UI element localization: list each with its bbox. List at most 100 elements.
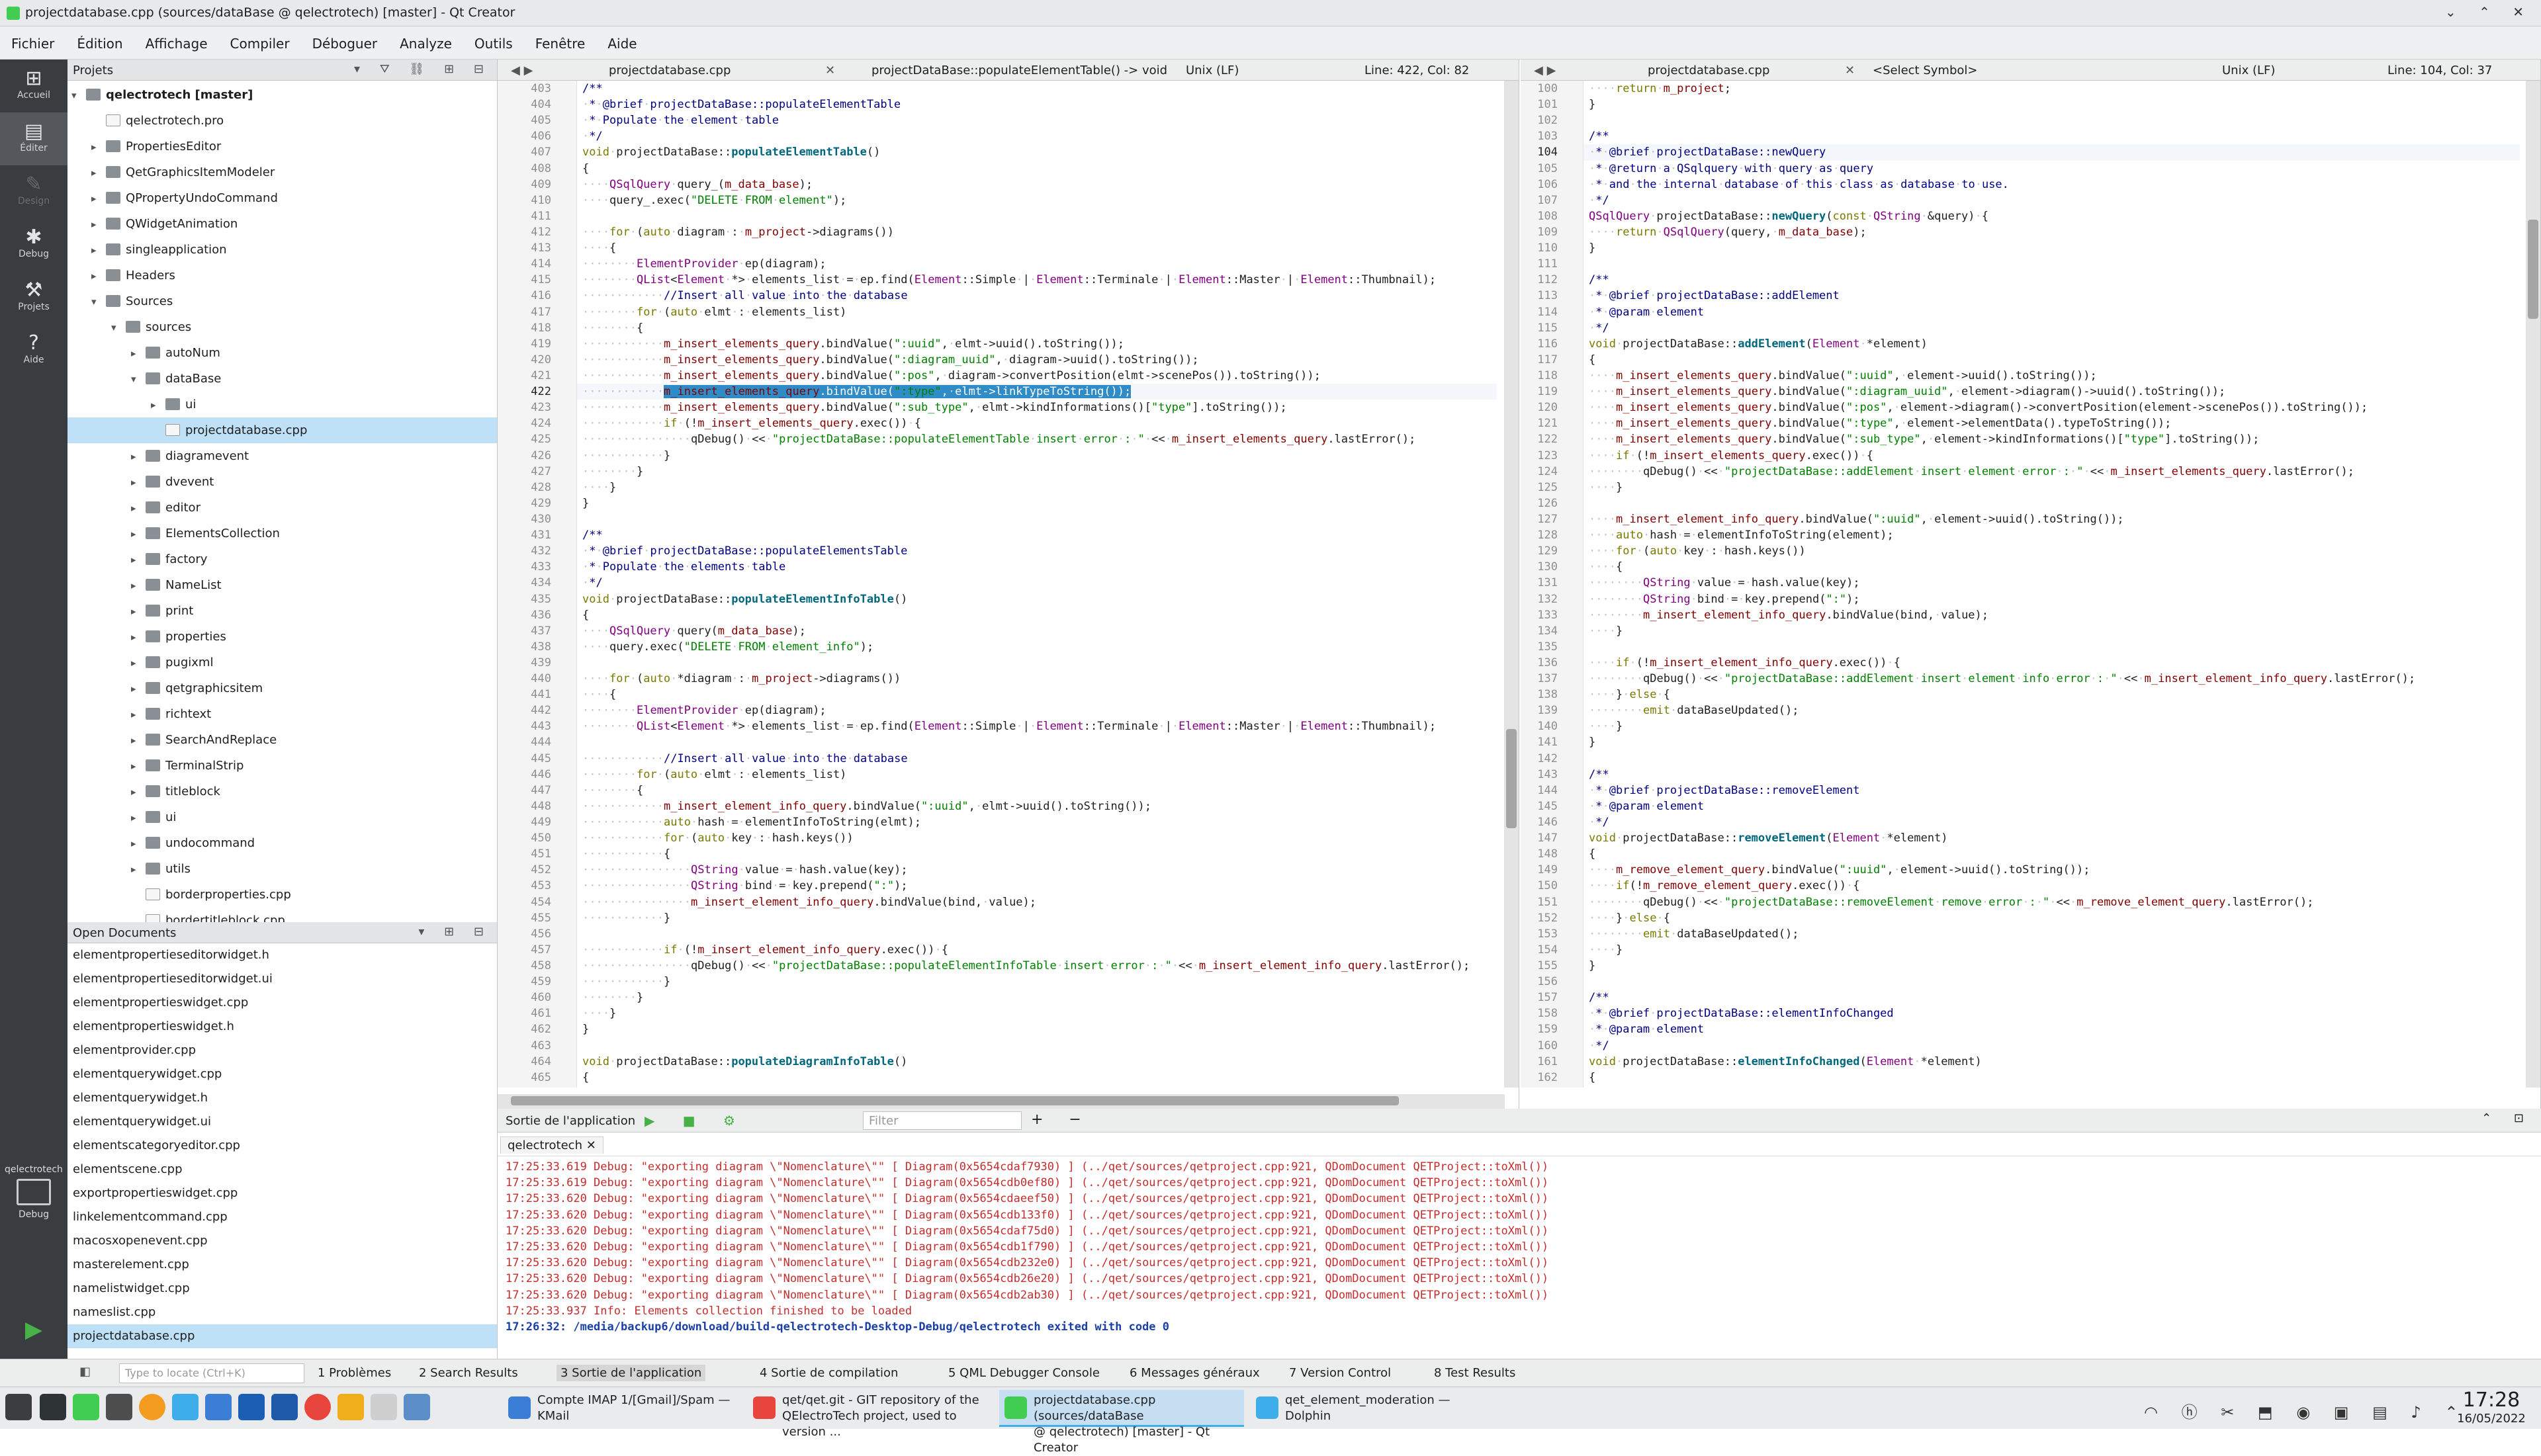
code-line[interactable] xyxy=(577,655,1497,671)
menu-item-2[interactable]: Affichage xyxy=(134,26,219,60)
open-document-item[interactable]: nameslist.cpp xyxy=(67,1301,497,1324)
code-line[interactable]: ·*·@param·element xyxy=(1583,304,2520,320)
mode-3[interactable]: ✱ Debug xyxy=(0,218,67,271)
code-line[interactable]: ················qDebug()·<<·"projectData… xyxy=(577,958,1497,974)
chevron-right-icon[interactable]: ▸ xyxy=(131,676,146,702)
editor-right-symbol-combo[interactable]: <Select Symbol> xyxy=(1873,64,1977,77)
chevron-right-icon[interactable]: ▸ xyxy=(131,857,146,882)
open-document-item[interactable]: elementscategoryeditor.cpp xyxy=(67,1134,497,1158)
tree-item[interactable]: ▸ ui xyxy=(67,804,497,830)
chevron-right-icon[interactable]: ▸ xyxy=(131,599,146,624)
code-line[interactable]: ·*·@param·element xyxy=(1583,1021,2520,1037)
code-line[interactable] xyxy=(1583,751,2520,767)
code-line[interactable]: ········ElementProvider·ep(diagram); xyxy=(577,703,1497,718)
menu-item-5[interactable]: Analyze xyxy=(388,26,463,60)
tree-item[interactable]: ▸ ElementsCollection xyxy=(67,521,497,546)
code-line[interactable]: ····m_insert_elements_query.bindValue(":… xyxy=(1583,431,2520,447)
chevron-right-icon[interactable]: ▸ xyxy=(91,212,106,237)
editor-right-encoding[interactable]: Unix (LF) xyxy=(2222,64,2275,77)
chevron-right-icon[interactable]: ▸ xyxy=(131,341,146,366)
code-line[interactable]: } xyxy=(1583,240,2520,256)
open-document-item[interactable]: elementscene.cpp xyxy=(67,1158,497,1181)
code-line[interactable]: ·*·@brief·projectDataBase::populateEleme… xyxy=(577,97,1497,112)
code-line[interactable]: ············m_insert_element_info_query.… xyxy=(577,798,1497,814)
taskbar-task[interactable]: qet_element_moderation — Dolphin xyxy=(1251,1390,1495,1427)
open-document-item[interactable]: elementpropertieseditorwidget.h xyxy=(67,943,497,967)
code-line[interactable]: { xyxy=(577,161,1497,177)
code-line[interactable]: ············m_insert_elements_query.bind… xyxy=(577,400,1497,415)
tree-item[interactable]: ▸ QWidgetAnimation xyxy=(67,211,497,237)
chevron-right-icon[interactable]: ▸ xyxy=(131,779,146,805)
code-line[interactable]: void·projectDataBase::populateElementInf… xyxy=(577,591,1497,607)
run-button[interactable]: ▶ xyxy=(0,1316,67,1355)
code-line[interactable]: ················qDebug()·<<·"projectData… xyxy=(577,431,1497,447)
editor-right-position[interactable]: Line: 104, Col: 37 xyxy=(2387,64,2492,77)
code-line[interactable]: ·*/ xyxy=(577,128,1497,144)
code-line[interactable]: ············//Insert·all·value·into·the·… xyxy=(577,288,1497,304)
tree-item[interactable]: ▸ editor xyxy=(67,495,497,521)
chevron-down-icon[interactable]: ▾ xyxy=(131,366,146,392)
code-line[interactable]: ············} xyxy=(577,910,1497,926)
tree-item[interactable]: ▸ properties xyxy=(67,624,497,650)
editor-left-code[interactable]: /** ·*·@brief·projectDataBase::populateEl… xyxy=(577,81,1497,1088)
code-line[interactable]: ·*·Populate·the·elements·table xyxy=(577,559,1497,575)
code-line[interactable]: ············//Insert·all·value·into·the·… xyxy=(577,751,1497,767)
editor-right-vscroll[interactable] xyxy=(2526,81,2540,1088)
chevron-right-icon[interactable]: ▸ xyxy=(131,831,146,857)
code-line[interactable]: ········{ xyxy=(577,783,1497,798)
code-line[interactable]: { xyxy=(577,1070,1497,1086)
code-line[interactable]: ····query.exec("DELETE·FROM·element_info… xyxy=(577,639,1497,655)
code-line[interactable]: ········ElementProvider·ep(diagram); xyxy=(577,256,1497,272)
chevron-right-icon[interactable]: ▸ xyxy=(131,573,146,599)
chevron-right-icon[interactable]: ▸ xyxy=(91,134,106,160)
code-line[interactable]: ············} xyxy=(577,974,1497,990)
code-line[interactable]: void·projectDataBase::elementInfoChanged… xyxy=(1583,1054,2520,1070)
menu-item-0[interactable]: Fichier xyxy=(0,26,66,60)
settings-icon[interactable] xyxy=(404,1394,430,1420)
mode-5[interactable]: ? Aide xyxy=(0,324,67,377)
open-document-item[interactable]: masterelement.cpp xyxy=(67,1253,497,1277)
tree-item[interactable]: ▸ NameList xyxy=(67,572,497,598)
vm-icon[interactable] xyxy=(371,1394,397,1420)
chevron-down-icon[interactable]: ▾ xyxy=(91,289,106,315)
chevron-right-icon[interactable]: ▸ xyxy=(131,495,146,521)
open-documents-tools[interactable]: ▾ ⊞ ⊟ xyxy=(418,925,492,939)
projects-pane-tools[interactable]: ▾ ⛛ ⛓ ⊞ ⊟ xyxy=(354,62,492,76)
code-line[interactable] xyxy=(1583,639,2520,655)
tree-item[interactable]: projectdatabase.cpp xyxy=(67,417,497,443)
editor-left-vscroll[interactable] xyxy=(1504,81,1519,1088)
locate-input[interactable]: Type to locate (Ctrl+K) xyxy=(119,1363,304,1383)
code-line[interactable] xyxy=(1583,256,2520,272)
code-line[interactable]: ·*·Populate·the·element·table xyxy=(577,112,1497,128)
code-line[interactable]: ····return·QSqlQuery(query,·m_data_base)… xyxy=(1583,224,2520,240)
code-line[interactable]: ········QList<Element·*>·elements_list·=… xyxy=(577,272,1497,288)
open-document-item[interactable]: elementpropertieswidget.cpp xyxy=(67,991,497,1015)
mode-1[interactable]: ▤ Éditer xyxy=(0,112,67,165)
code-line[interactable]: ····return·m_project; xyxy=(1583,81,2520,97)
code-line[interactable]: ····for·(auto·*diagram·:·m_project->diag… xyxy=(577,671,1497,687)
output-pane-button[interactable]: 4 Sortie de compilation xyxy=(760,1366,898,1380)
code-line[interactable]: ········} xyxy=(577,990,1497,1006)
open-document-item[interactable]: exportpropertieswidget.cpp xyxy=(67,1181,497,1205)
code-line[interactable]: ············m_insert_elements_query.bind… xyxy=(577,368,1497,384)
code-line[interactable]: ····{ xyxy=(577,240,1497,256)
code-line[interactable] xyxy=(1583,495,2520,511)
output-pane-button[interactable]: 8 Test Results xyxy=(1434,1366,1515,1380)
code-line[interactable]: ········QString·value·=·hash.value(key); xyxy=(1583,575,2520,591)
chevron-down-icon[interactable]: ▾ xyxy=(71,83,86,108)
chevron-right-icon[interactable]: ▸ xyxy=(91,237,106,263)
code-line[interactable]: ········} xyxy=(577,464,1497,480)
code-line[interactable]: ················QString·bind·=·key.prepe… xyxy=(577,878,1497,894)
tree-item[interactable]: ▸ autoNum xyxy=(67,340,497,366)
mode-2[interactable]: ✎ Design xyxy=(0,165,67,218)
chevron-right-icon[interactable]: ▸ xyxy=(91,160,106,186)
tree-item[interactable]: borderproperties.cpp xyxy=(67,882,497,908)
window-titlebar[interactable]: projectdatabase.cpp (sources/dataBase @ … xyxy=(0,0,2541,26)
chevron-right-icon[interactable]: ▸ xyxy=(91,186,106,212)
output-pane-button[interactable]: 2 Search Results xyxy=(419,1366,518,1380)
tree-item[interactable]: ▸ utils xyxy=(67,856,497,882)
code-line[interactable]: ····}·else·{ xyxy=(1583,687,2520,703)
open-document-item[interactable]: elementquerywidget.cpp xyxy=(67,1062,497,1086)
calculator-icon[interactable] xyxy=(106,1394,132,1420)
code-line[interactable]: ············m_insert_elements_query.bind… xyxy=(577,336,1497,352)
